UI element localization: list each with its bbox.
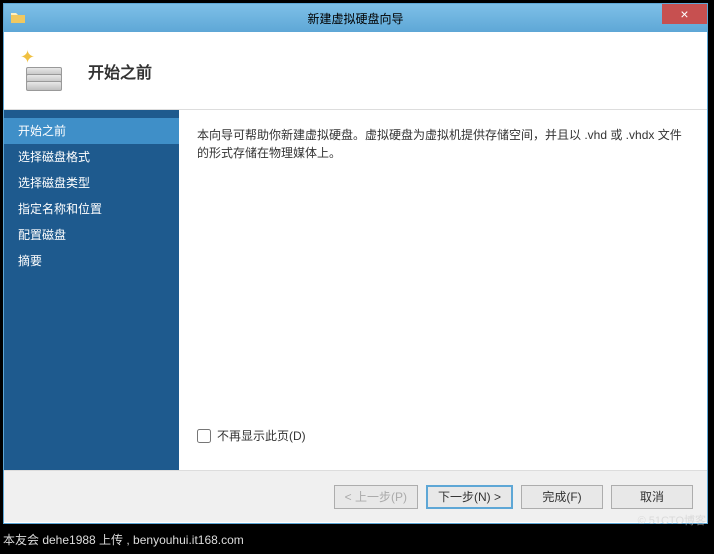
back-button: < 上一步(P) [334, 485, 418, 509]
sidebar-item-disk-format[interactable]: 选择磁盘格式 [4, 144, 179, 170]
content-area: 本向导可帮助你新建虚拟硬盘。虚拟硬盘为虚拟机提供存储空间，并且以 .vhd 或 … [179, 110, 707, 470]
dont-show-checkbox[interactable] [197, 429, 211, 443]
dont-show-checkbox-row[interactable]: 不再显示此页(D) [197, 427, 689, 444]
caption-text: 本友会 dehe1988 上传 , benyouhui.it168.com [3, 531, 244, 548]
close-icon: × [680, 6, 688, 22]
close-button[interactable]: × [662, 4, 707, 24]
sidebar-item-summary[interactable]: 摘要 [4, 248, 179, 274]
sidebar-item-before-start[interactable]: 开始之前 [4, 118, 179, 144]
cancel-button[interactable]: 取消 [611, 485, 693, 509]
checkbox-label: 不再显示此页(D) [217, 427, 306, 444]
disk-wizard-icon: ✦ [22, 47, 70, 95]
folder-icon [10, 10, 26, 26]
wizard-body: 开始之前 选择磁盘格式 选择磁盘类型 指定名称和位置 配置磁盘 摘要 本向导可帮… [4, 110, 707, 470]
sidebar-item-configure-disk[interactable]: 配置磁盘 [4, 222, 179, 248]
wizard-window: 新建虚拟硬盘向导 × ✦ 开始之前 开始之前 选择磁盘格式 选择磁盘类型 指定名… [3, 3, 708, 524]
description-text: 本向导可帮助你新建虚拟硬盘。虚拟硬盘为虚拟机提供存储空间，并且以 .vhd 或 … [197, 126, 689, 162]
wizard-footer: < 上一步(P) 下一步(N) > 完成(F) 取消 [4, 470, 707, 522]
sidebar: 开始之前 选择磁盘格式 选择磁盘类型 指定名称和位置 配置磁盘 摘要 [4, 110, 179, 470]
watermark: © 51CTO博客 [638, 512, 706, 528]
titlebar: 新建虚拟硬盘向导 × [4, 4, 707, 32]
next-button[interactable]: 下一步(N) > [426, 485, 513, 509]
wizard-header: ✦ 开始之前 [4, 32, 707, 110]
sidebar-item-disk-type[interactable]: 选择磁盘类型 [4, 170, 179, 196]
finish-button[interactable]: 完成(F) [521, 485, 603, 509]
sidebar-item-name-location[interactable]: 指定名称和位置 [4, 196, 179, 222]
page-title: 开始之前 [88, 59, 152, 83]
window-title: 新建虚拟硬盘向导 [307, 10, 403, 27]
